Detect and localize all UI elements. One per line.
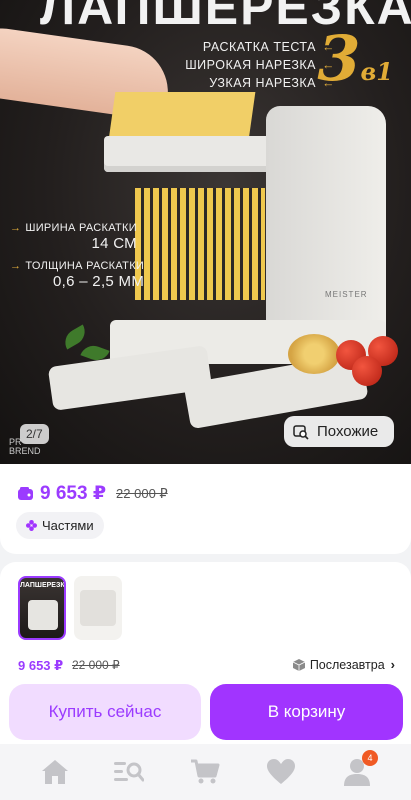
similar-button[interactable]: Похожие bbox=[284, 416, 394, 447]
wallet-icon bbox=[18, 486, 33, 500]
noodles-illustration bbox=[135, 188, 265, 300]
thumbnail-machine bbox=[80, 590, 116, 626]
thumbnail-machine bbox=[28, 600, 58, 630]
nav-favorites[interactable] bbox=[266, 758, 296, 786]
box-icon bbox=[292, 658, 305, 671]
machine-body bbox=[266, 106, 386, 336]
buy-bar: 9 653 ₽ 22 000 ₽ Послезавтра › Купить се… bbox=[0, 644, 411, 744]
delivery-label: Послезавтра bbox=[309, 657, 385, 672]
profile-badge: 4 bbox=[362, 750, 378, 766]
thumbnail-1[interactable]: ЛАПШЕРЕЗКА bbox=[18, 576, 66, 640]
spec-thickness: → ТОЛЩИНА РАСКАТКИ 0,6 – 2,5 ММ bbox=[10, 260, 145, 290]
price-card: 9 653 ₽ 22 000 ₽ Частями bbox=[0, 464, 411, 554]
buy-bar-price: 9 653 ₽ bbox=[18, 658, 64, 673]
price-row: 9 653 ₽ 22 000 ₽ bbox=[18, 482, 168, 505]
thumbnail-title: ЛАПШЕРЕЗКА bbox=[20, 582, 66, 589]
chevron-right-icon: › bbox=[390, 657, 395, 672]
nav-cart[interactable] bbox=[190, 758, 220, 786]
pasta-nest bbox=[288, 334, 340, 374]
installment-label: Частями bbox=[42, 518, 94, 533]
bottom-nav: 4 bbox=[0, 744, 411, 800]
current-price: 9 653 ₽ bbox=[40, 483, 107, 504]
home-icon bbox=[42, 760, 68, 784]
tomato bbox=[352, 356, 382, 386]
nav-home[interactable] bbox=[40, 758, 70, 786]
product-image-gallery[interactable]: ЛАПШЕРЕЗКА MEISTER РАСКАТКА ТЕСТА ← ШИРОК… bbox=[0, 0, 411, 464]
installment-chip[interactable]: Частями bbox=[16, 512, 104, 539]
search-image-icon bbox=[293, 424, 309, 440]
cart-icon bbox=[191, 759, 220, 784]
three-in-one-badge: 3в1 bbox=[317, 22, 393, 95]
image-counter: 2/7 bbox=[20, 424, 49, 444]
feature-item: ШИРОКАЯ НАРЕЗКА ← bbox=[185, 58, 335, 72]
nav-catalog[interactable] bbox=[114, 758, 144, 786]
feature-list: РАСКАТКА ТЕСТА ← ШИРОКАЯ НАРЕЗКА ← УЗКАЯ Н… bbox=[185, 38, 335, 92]
basil-leaf bbox=[60, 324, 90, 350]
similar-label: Похожие bbox=[317, 423, 379, 440]
thumbnail-2[interactable] bbox=[74, 576, 122, 640]
machine-tray bbox=[104, 136, 280, 172]
catalog-search-icon bbox=[114, 762, 144, 782]
buy-now-button[interactable]: Купить сейчас bbox=[9, 684, 201, 740]
spec-width: → ШИРИНА РАСКАТКИ 14 СМ bbox=[10, 222, 137, 252]
feature-item: РАСКАТКА ТЕСТА ← bbox=[202, 40, 335, 54]
dough-sheet bbox=[108, 92, 256, 140]
parts-icon bbox=[26, 520, 37, 531]
feature-item: УЗКАЯ НАРЕЗКА ← bbox=[209, 76, 335, 90]
buy-bar-old-price: 22 000 ₽ bbox=[72, 658, 120, 672]
thumbnail-strip: ЛАПШЕРЕЗКА bbox=[0, 562, 411, 644]
add-to-cart-button[interactable]: В корзину bbox=[210, 684, 403, 740]
old-price: 22 000 ₽ bbox=[116, 485, 168, 501]
machine-brand-text: MEISTER bbox=[325, 290, 368, 299]
heart-icon bbox=[267, 759, 295, 784]
delivery-info[interactable]: Послезавтра › bbox=[292, 657, 395, 672]
